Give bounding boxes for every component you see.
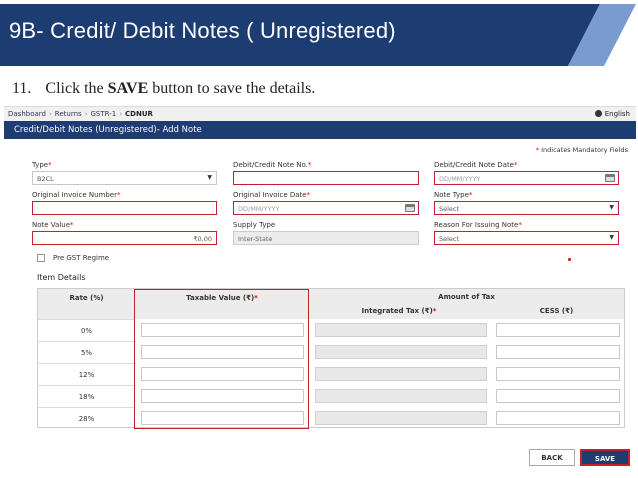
note-date-input[interactable]: DD/MM/YYYY <box>434 171 619 185</box>
chevron-down-icon: ▼ <box>609 234 614 241</box>
required-star: * <box>535 146 540 154</box>
taxable-value-input[interactable] <box>141 367 304 381</box>
note-no-input[interactable] <box>233 171 419 185</box>
rate-cell: 0% <box>38 319 135 341</box>
rate-cell: 18% <box>38 385 135 407</box>
rate-cell: 28% <box>38 407 135 428</box>
portal-window: Dashboard › Returns › GSTR-1 › CDNUR English C… <box>4 106 636 478</box>
note-value-label: Note Value* <box>32 221 74 229</box>
taxable-value-input[interactable] <box>141 323 304 337</box>
pre-gst-checkbox[interactable] <box>37 254 45 262</box>
note-type-value: Select <box>439 205 460 213</box>
taxable-value-input[interactable] <box>141 411 304 425</box>
required-dot <box>568 258 571 261</box>
note-type-label: Note Type* <box>434 191 473 199</box>
cess-input[interactable] <box>496 323 620 337</box>
page-header: Credit/Debit Notes (Unregistered)- Add N… <box>4 121 636 139</box>
col-cess-header: CESS (₹) <box>489 304 624 319</box>
note-no-label: Debit/Credit Note No.* <box>233 161 312 169</box>
calendar-icon[interactable] <box>605 174 615 182</box>
col-rate-header: Rate (%) <box>38 289 135 319</box>
breadcrumb-separator: › <box>84 110 88 118</box>
igst-input <box>315 411 487 425</box>
save-button[interactable]: SAVE <box>580 449 630 466</box>
language-label: English <box>604 110 630 118</box>
rate-cell: 12% <box>38 363 135 385</box>
calendar-icon[interactable] <box>405 204 415 212</box>
mandatory-note-text: Indicates Mandatory Fields <box>541 146 628 154</box>
item-details-table: Rate (%) Taxable Value (₹)* Amount of Ta… <box>37 288 625 429</box>
reason-value: Select <box>439 235 460 243</box>
note-value-input[interactable]: ₹0.00 <box>32 231 217 245</box>
item-details-title: Item Details <box>37 273 86 282</box>
globe-icon <box>594 110 602 117</box>
col-amount-header: Amount of Tax <box>309 289 624 304</box>
cess-input[interactable] <box>496 389 620 403</box>
breadcrumb-dashboard[interactable]: Dashboard <box>8 110 46 118</box>
igst-input <box>315 345 487 359</box>
col-taxable-header: Taxable Value (₹)* <box>135 289 309 319</box>
orig-invoice-date-placeholder: DD/MM/YYYY <box>238 205 280 213</box>
breadcrumb-cdnur: CDNUR <box>125 110 153 118</box>
form-card: * Indicates Mandatory Fields Type* B2CL ▼… <box>4 139 636 478</box>
cess-input[interactable] <box>496 411 620 425</box>
chevron-down-icon: ▼ <box>609 204 614 211</box>
taxable-value-input[interactable] <box>141 345 304 359</box>
chevron-down-icon: ▼ <box>207 174 212 181</box>
supply-type-label: Supply Type <box>233 221 276 229</box>
supply-type-field: Inter-State <box>233 231 419 245</box>
note-date-label: Debit/Credit Note Date* <box>434 161 518 169</box>
note-value-value: ₹0.00 <box>193 235 212 243</box>
mandatory-note: * Indicates Mandatory Fields <box>536 146 628 154</box>
igst-input <box>315 367 487 381</box>
rate-cell: 5% <box>38 341 135 363</box>
igst-input <box>315 389 487 403</box>
back-button[interactable]: BACK <box>529 449 575 466</box>
reason-label: Reason For Issuing Note* <box>434 221 522 229</box>
igst-input <box>315 323 487 337</box>
type-value: B2CL <box>37 175 54 183</box>
breadcrumb-separator: › <box>119 110 123 118</box>
note-type-select[interactable]: Select ▼ <box>434 201 619 215</box>
note-date-placeholder: DD/MM/YYYY <box>439 175 481 183</box>
breadcrumb: Dashboard › Returns › GSTR-1 › CDNUR English <box>4 107 636 121</box>
breadcrumb-separator: › <box>48 110 52 118</box>
step-number: 11. <box>12 80 32 97</box>
language-selector[interactable]: English <box>594 110 630 118</box>
step-instruction: 11. Click the SAVE button to save the det… <box>12 80 315 98</box>
col-igst-header: Integrated Tax (₹)* <box>309 304 489 319</box>
cess-input[interactable] <box>496 345 620 359</box>
orig-invoice-date-input[interactable]: DD/MM/YYYY <box>233 201 419 215</box>
step-text-post: button to save the details. <box>148 80 316 97</box>
orig-invoice-no-label: Original Invoice Number* <box>32 191 121 199</box>
breadcrumb-gstr1[interactable]: GSTR-1 <box>91 110 117 118</box>
orig-invoice-date-label: Original Invoice Date* <box>233 191 311 199</box>
breadcrumb-returns[interactable]: Returns <box>55 110 82 118</box>
step-text-pre: Click the <box>45 80 108 97</box>
type-label: Type* <box>32 161 52 169</box>
step-text-bold: SAVE <box>107 80 149 97</box>
cess-input[interactable] <box>496 367 620 381</box>
reason-select[interactable]: Select ▼ <box>434 231 619 245</box>
taxable-value-input[interactable] <box>141 389 304 403</box>
slide-banner: 9B- Credit/ Debit Notes ( Unregistered) <box>0 0 638 70</box>
type-select[interactable]: B2CL ▼ <box>32 171 217 185</box>
orig-invoice-no-input[interactable] <box>32 201 217 215</box>
slide-title: 9B- Credit/ Debit Notes ( Unregistered) <box>9 18 396 43</box>
supply-type-value: Inter-State <box>238 235 273 243</box>
pre-gst-label: Pre GST Regime <box>53 254 110 262</box>
